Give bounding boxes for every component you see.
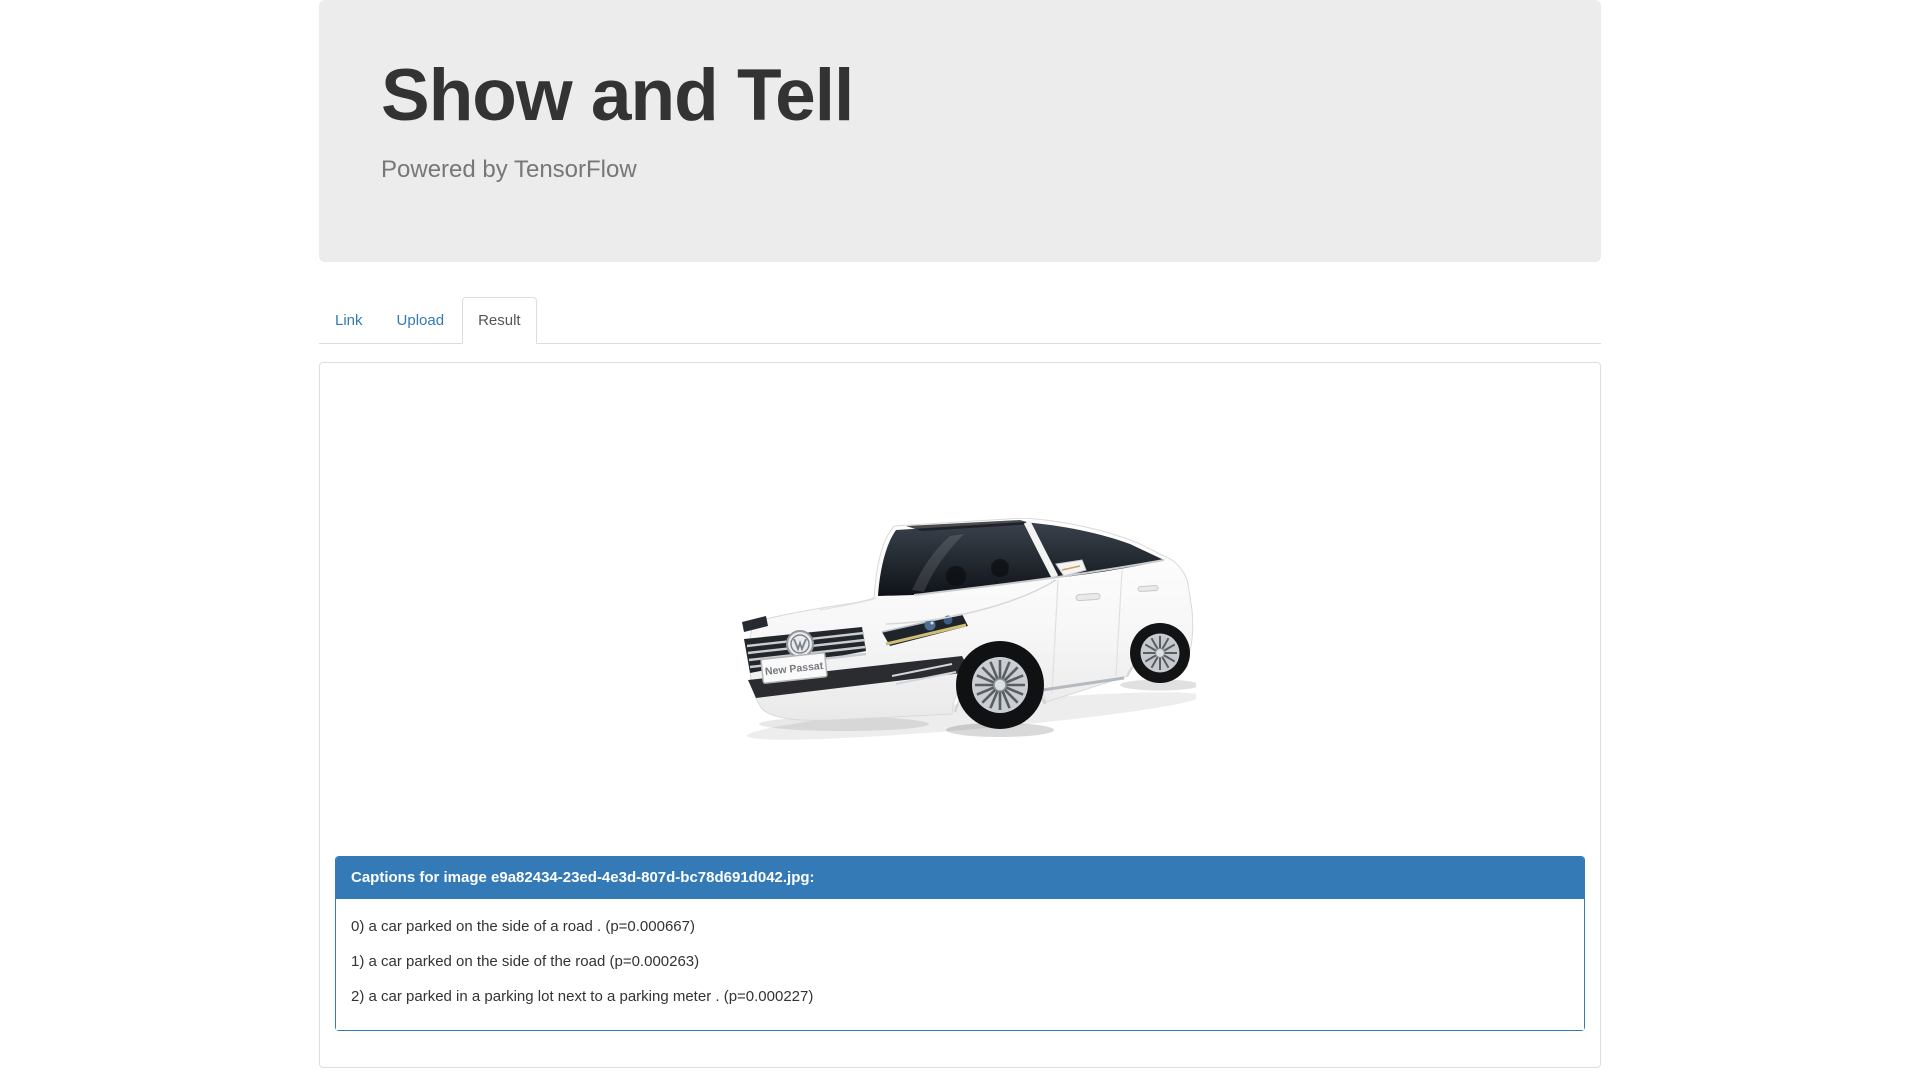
page-subtitle: Powered by TensorFlow bbox=[381, 155, 637, 183]
caption-line: 0) a car parked on the side of a road . … bbox=[351, 918, 695, 936]
seat-silhouette bbox=[991, 559, 1009, 578]
app-header: Show and Tell Powered by TensorFlow bbox=[319, 0, 1601, 262]
tab-upload: Upload bbox=[381, 297, 461, 344]
nav-tabs: Link Upload Result bbox=[319, 297, 1601, 345]
vw-badge-icon bbox=[786, 630, 814, 659]
tab-result: Result bbox=[462, 297, 537, 345]
captions-panel-heading: Captions for image e9a82434-23ed-4e3d-80… bbox=[336, 857, 1584, 900]
seat-silhouette bbox=[946, 566, 966, 587]
page-container: Show and Tell Powered by TensorFlow Link… bbox=[319, 0, 1601, 1069]
tab-result-anchor[interactable]: Result bbox=[462, 297, 537, 345]
result-image-area: New Passat bbox=[335, 378, 1585, 856]
result-image: New Passat bbox=[742, 518, 1196, 741]
captions-panel-body: 0) a car parked on the side of a road . … bbox=[336, 899, 1584, 1031]
page-title: Show and Tell bbox=[381, 55, 854, 136]
front-wheel bbox=[956, 641, 1044, 730]
captions-panel: Captions for image e9a82434-23ed-4e3d-80… bbox=[335, 856, 1585, 1032]
tab-link: Link bbox=[319, 297, 379, 344]
tab-link-anchor[interactable]: Link bbox=[319, 297, 379, 344]
result-panel: New Passat Captions for image e9a82434-2… bbox=[319, 362, 1601, 1069]
rear-wheel bbox=[1130, 623, 1190, 684]
caption-line: 2) a car parked in a parking lot next to… bbox=[351, 988, 814, 1006]
caption-line: 1) a car parked on the side of the road … bbox=[351, 953, 700, 971]
tab-upload-anchor[interactable]: Upload bbox=[381, 297, 461, 344]
